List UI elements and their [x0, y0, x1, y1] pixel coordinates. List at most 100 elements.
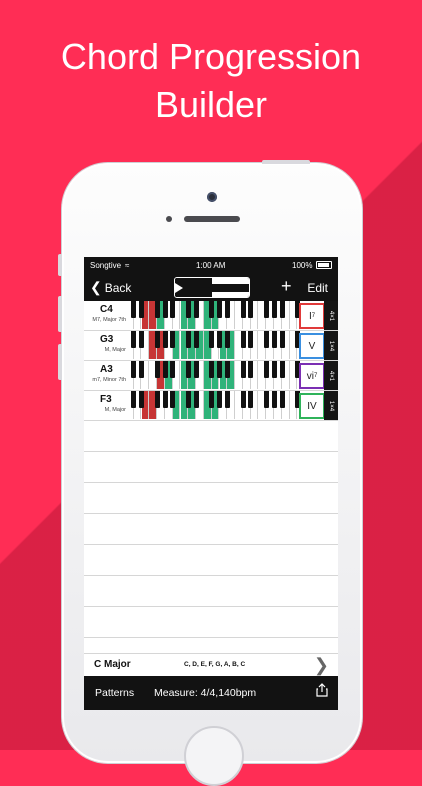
empty-row[interactable] — [84, 421, 338, 452]
roman-numeral-badge[interactable]: V — [299, 333, 325, 359]
black-key — [240, 331, 246, 348]
measure-label[interactable]: Measure: 4/4,140bpm — [154, 687, 256, 699]
black-key — [193, 361, 199, 378]
black-key — [131, 301, 137, 318]
key-name: C Major — [94, 659, 131, 670]
roman-numeral-extension: 7 — [311, 313, 316, 319]
chord-row[interactable]: A3 m7, Minor 7th vi 7 4×1 — [84, 361, 338, 391]
key-bar[interactable]: C Major C, D, E, F, G, A, B, C ❯ — [84, 653, 338, 676]
black-key — [240, 361, 246, 378]
black-key — [271, 391, 277, 408]
roman-numeral: IV — [307, 400, 317, 412]
black-key — [185, 301, 191, 318]
black-key — [139, 391, 145, 408]
repeat-label: 4×1 — [328, 310, 334, 321]
chord-name: G3 — [100, 334, 114, 345]
black-key — [185, 391, 191, 408]
proximity-sensor — [166, 216, 172, 222]
black-key — [224, 331, 230, 348]
black-key — [131, 361, 137, 378]
black-key — [185, 331, 191, 348]
black-key — [162, 361, 168, 378]
bottom-toolbar: Patterns Measure: 4/4,140bpm — [84, 676, 338, 710]
roman-numeral-badge[interactable]: IV — [299, 393, 325, 419]
phone-power-button — [262, 160, 310, 164]
add-chord-button[interactable]: + — [281, 276, 292, 297]
battery-icon — [316, 261, 332, 269]
roman-numeral-badge[interactable]: I7 — [299, 303, 325, 329]
chord-row[interactable]: G3 M, Major V 1×4 — [84, 331, 338, 361]
black-key — [217, 331, 223, 348]
black-key — [217, 361, 223, 378]
black-key — [209, 361, 215, 378]
black-key — [279, 331, 285, 348]
black-key — [154, 331, 160, 348]
chord-name: F3 — [100, 394, 112, 405]
black-key — [209, 331, 215, 348]
patterns-button[interactable]: Patterns — [95, 687, 134, 699]
black-key — [162, 331, 168, 348]
chord-name: C4 — [100, 304, 113, 315]
stop-button[interactable] — [212, 278, 249, 297]
black-key — [271, 301, 277, 318]
black-key — [170, 391, 176, 408]
roman-numeral-badge[interactable]: vi 7 — [299, 363, 325, 389]
piano-keyboard — [126, 301, 301, 330]
app-screen: Songtive ≈ 1:00 AM 100% ❮ Back + Edit C4 M… — [84, 257, 338, 710]
black-key — [271, 331, 277, 348]
black-key — [131, 391, 137, 408]
empty-row[interactable] — [84, 545, 338, 576]
chord-description: M, Major — [104, 347, 126, 353]
back-button[interactable]: ❮ Back — [90, 279, 131, 296]
black-key — [263, 301, 269, 318]
battery-percent: 100% — [292, 261, 313, 270]
black-key — [209, 391, 215, 408]
chord-description: M7, Major 7th — [92, 317, 126, 323]
black-key — [217, 391, 223, 408]
black-key — [154, 361, 160, 378]
black-key — [170, 361, 176, 378]
piano-keyboard — [126, 331, 301, 360]
empty-row[interactable] — [84, 607, 338, 638]
chord-name: A3 — [100, 364, 113, 375]
black-key — [279, 391, 285, 408]
home-button[interactable] — [184, 726, 244, 786]
chord-row[interactable]: F3 M, Major IV 1×4 — [84, 391, 338, 421]
roman-numeral-extension: 7 — [313, 373, 318, 379]
black-key — [248, 301, 254, 318]
repeat-badge[interactable]: 4×1 — [324, 361, 338, 390]
repeat-badge[interactable]: 4×1 — [324, 301, 338, 330]
repeat-badge[interactable]: 1×4 — [324, 391, 338, 420]
black-key — [185, 361, 191, 378]
black-key — [263, 331, 269, 348]
clock: 1:00 AM — [196, 261, 226, 270]
black-key — [279, 361, 285, 378]
back-label: Back — [104, 281, 132, 295]
repeat-label: 1×4 — [328, 400, 334, 411]
play-icon — [175, 282, 212, 293]
black-key — [139, 361, 145, 378]
status-bar: Songtive ≈ 1:00 AM 100% — [84, 257, 338, 273]
repeat-label: 4×1 — [328, 370, 334, 381]
empty-row[interactable] — [84, 483, 338, 514]
edit-button[interactable]: Edit — [307, 281, 328, 295]
play-button[interactable] — [175, 278, 212, 297]
key-notes: C, D, E, F, G, A, B, C — [184, 661, 246, 668]
wifi-icon: ≈ — [125, 261, 130, 270]
black-key — [240, 391, 246, 408]
black-key — [139, 331, 145, 348]
black-key — [193, 391, 199, 408]
empty-row[interactable] — [84, 576, 338, 607]
black-key — [263, 361, 269, 378]
share-icon[interactable] — [316, 683, 328, 697]
repeat-badge[interactable]: 1×4 — [324, 331, 338, 360]
empty-row[interactable] — [84, 514, 338, 545]
carrier-label: Songtive — [90, 261, 122, 270]
piano-keyboard — [126, 361, 301, 390]
front-camera-icon — [207, 192, 217, 202]
chord-row[interactable]: C4 M7, Major 7th I 7 4×1 — [84, 301, 338, 331]
chord-description: M, Major — [104, 407, 126, 413]
repeat-label: 1×4 — [328, 340, 334, 351]
chevron-right-icon[interactable]: ❯ — [314, 655, 329, 676]
empty-row[interactable] — [84, 452, 338, 483]
